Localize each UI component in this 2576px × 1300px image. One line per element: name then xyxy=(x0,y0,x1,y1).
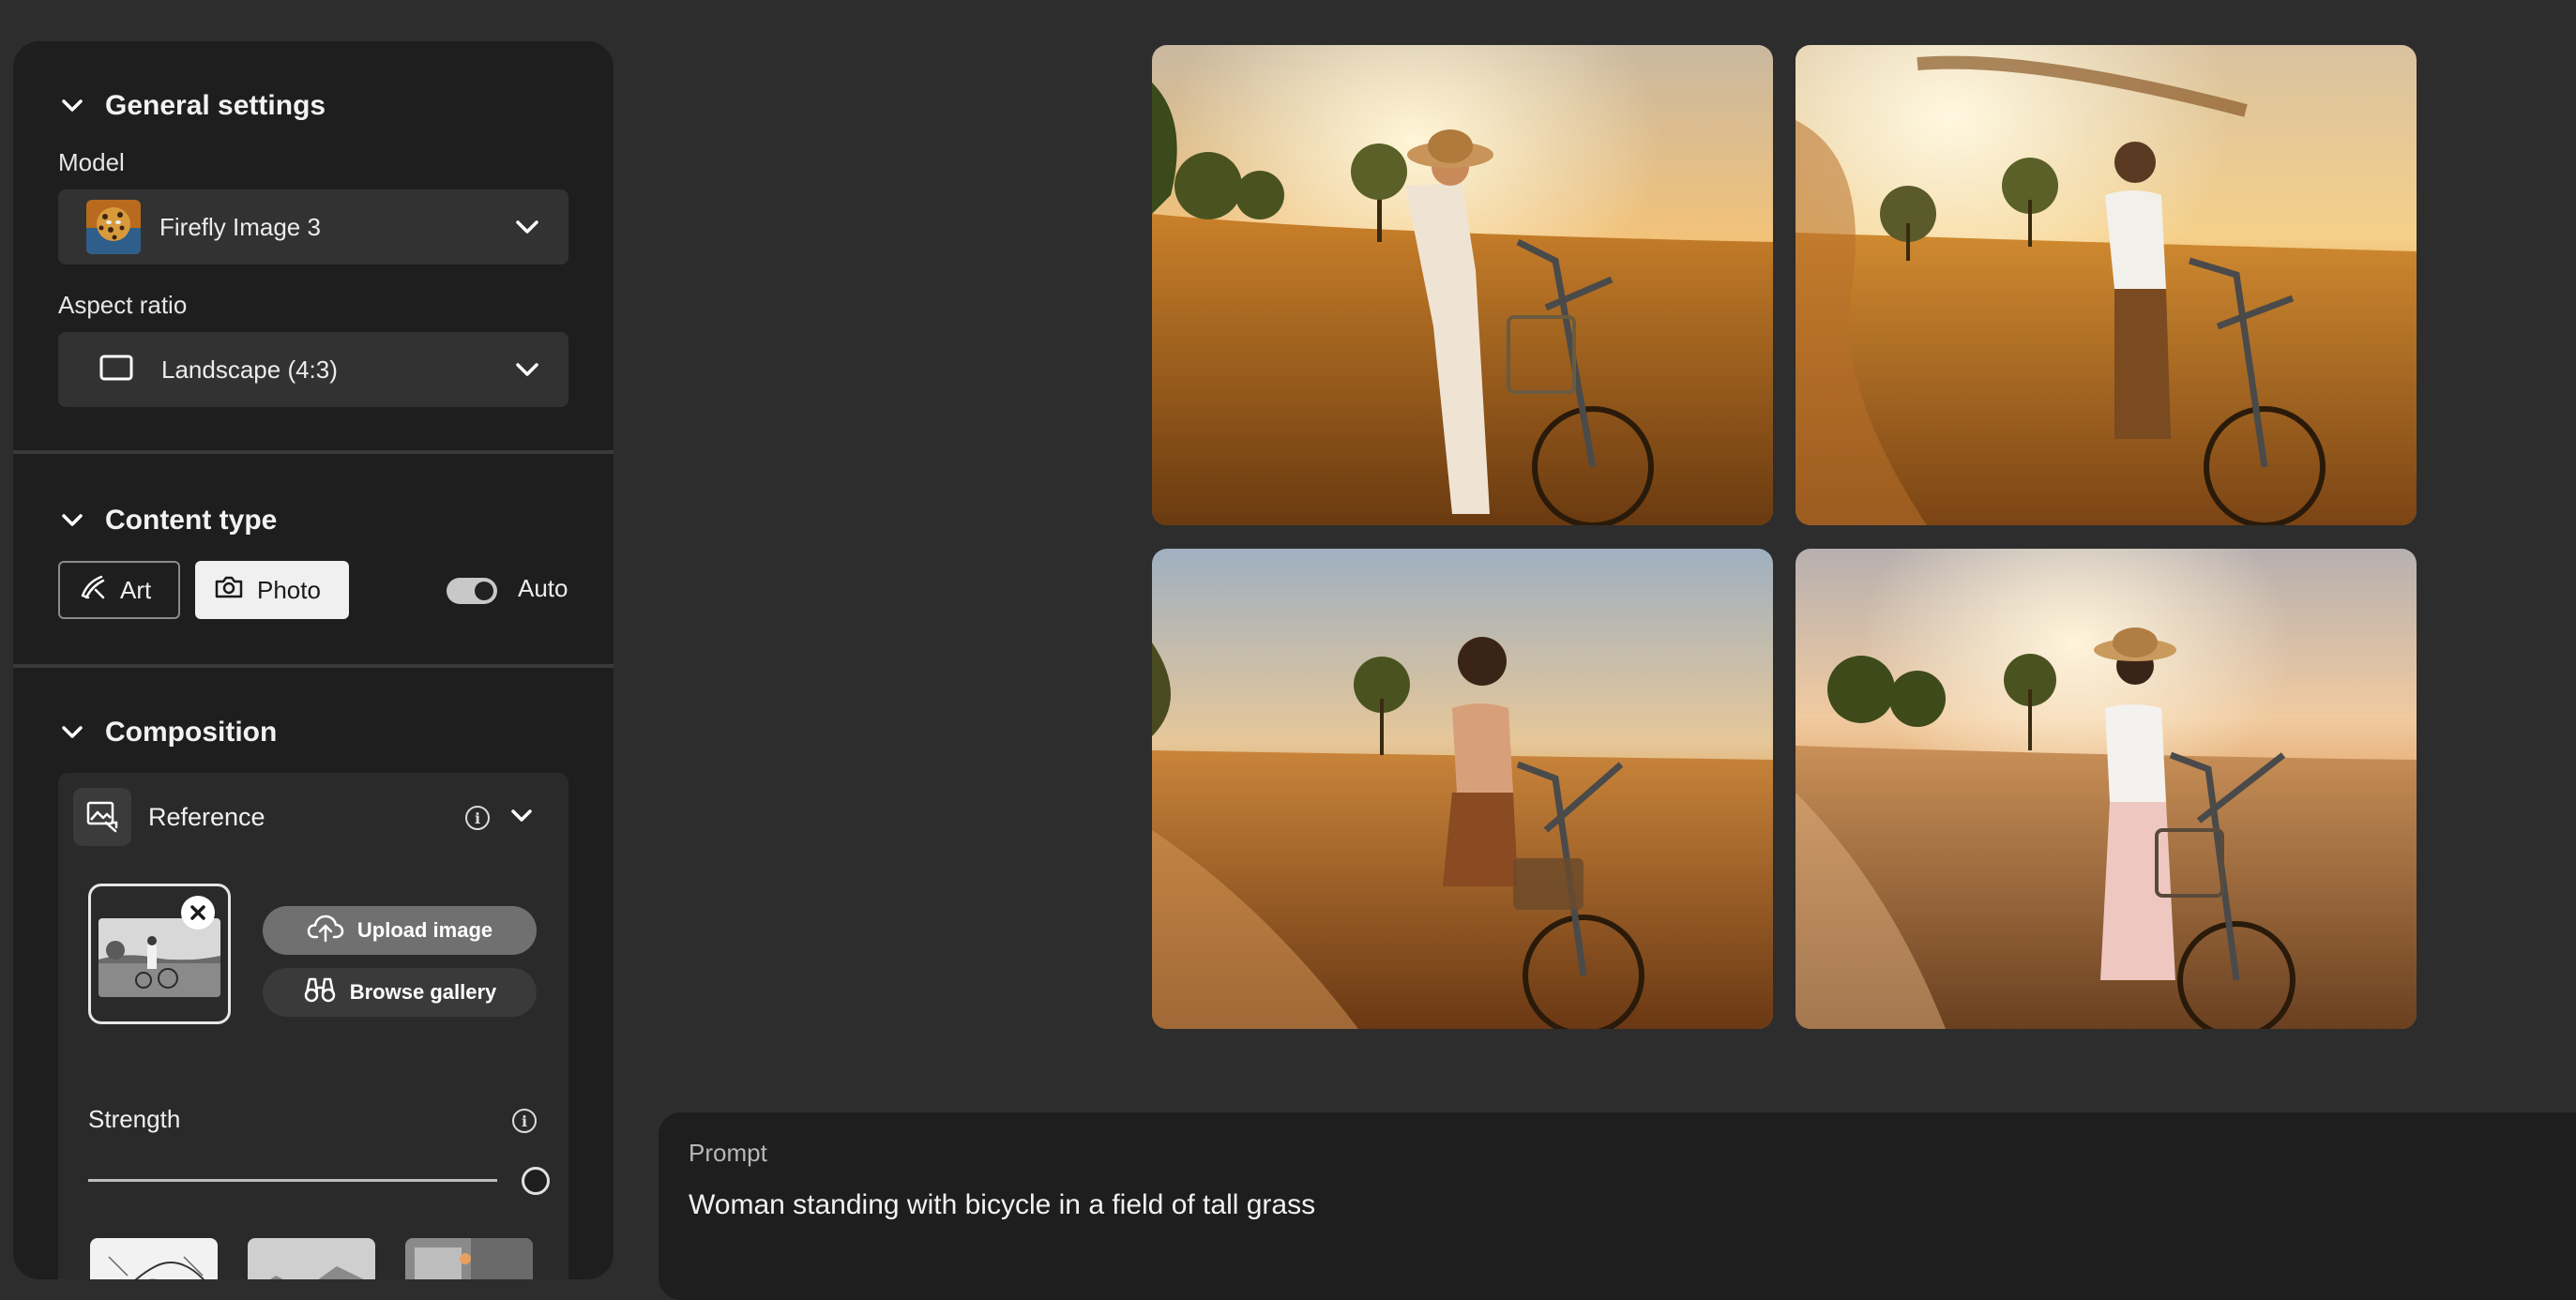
chevron-down-icon[interactable] xyxy=(60,94,84,118)
general-settings-header[interactable]: General settings xyxy=(60,90,326,122)
photo-label: Photo xyxy=(257,575,321,604)
section-divider xyxy=(13,450,614,454)
binoculars-icon xyxy=(303,975,337,1010)
strength-slider-track[interactable] xyxy=(88,1179,497,1182)
reference-card: Reference i Upload image Browse gallery … xyxy=(58,773,568,1279)
chevron-down-icon[interactable] xyxy=(510,809,533,828)
upload-image-button[interactable]: Upload image xyxy=(263,906,537,955)
auto-label: Auto xyxy=(518,574,568,602)
model-label: Model xyxy=(58,148,125,176)
auto-toggle[interactable] xyxy=(447,578,497,604)
leopard-model-thumbnail xyxy=(86,200,141,254)
composition-header[interactable]: Composition xyxy=(60,717,277,748)
chevron-down-icon[interactable] xyxy=(60,508,84,533)
aspect-ratio-value: Landscape (4:3) xyxy=(161,355,338,384)
general-settings-title: General settings xyxy=(105,90,326,121)
prompt-box[interactable]: Prompt Woman standing with bicycle in a … xyxy=(659,1112,2576,1300)
generated-image-1[interactable] xyxy=(1152,45,1773,525)
section-divider xyxy=(13,664,614,668)
photo-button[interactable]: Photo xyxy=(195,561,349,619)
landscape-ratio-icon xyxy=(99,355,133,385)
browse-gallery-button[interactable]: Browse gallery xyxy=(263,968,537,1017)
generated-image-2[interactable] xyxy=(1796,45,2417,525)
upload-cloud-icon xyxy=(307,913,344,948)
chevron-down-icon[interactable] xyxy=(60,720,84,745)
aspect-ratio-label: Aspect ratio xyxy=(58,291,188,319)
strength-slider-handle[interactable] xyxy=(522,1167,550,1195)
info-icon[interactable]: i xyxy=(512,1109,537,1133)
generated-image-4[interactable] xyxy=(1796,549,2417,1029)
info-icon[interactable]: i xyxy=(465,806,490,830)
composition-title: Composition xyxy=(105,717,278,748)
strength-label: Strength xyxy=(88,1105,181,1133)
model-value: Firefly Image 3 xyxy=(159,212,321,241)
aspect-ratio-select[interactable]: Landscape (4:3) xyxy=(58,332,568,407)
reference-image xyxy=(98,918,220,997)
generated-image-3[interactable] xyxy=(1152,549,1773,1029)
style-thumbnail[interactable] xyxy=(90,1238,218,1279)
upload-image-label: Upload image xyxy=(356,918,493,942)
prompt-label: Prompt xyxy=(689,1139,767,1167)
art-brush-icon xyxy=(79,573,107,608)
toggle-knob xyxy=(475,582,493,600)
camera-icon xyxy=(214,574,244,607)
reference-image-icon xyxy=(73,788,131,846)
browse-gallery-label: Browse gallery xyxy=(349,980,497,1004)
chevron-down-icon xyxy=(514,214,540,240)
settings-panel: General settings Model Firefly Image 3 A… xyxy=(13,41,614,1279)
style-thumbnail[interactable] xyxy=(248,1238,375,1279)
prompt-input[interactable]: Woman standing with bicycle in a field o… xyxy=(689,1189,1315,1221)
style-thumbnail[interactable] xyxy=(405,1238,533,1279)
content-type-header[interactable]: Content type xyxy=(60,505,277,537)
art-button[interactable]: Art xyxy=(58,561,180,619)
art-label: Art xyxy=(120,575,152,604)
chevron-down-icon xyxy=(514,356,540,383)
reference-thumbnail[interactable] xyxy=(88,884,231,1024)
reference-title: Reference xyxy=(148,803,265,831)
content-type-title: Content type xyxy=(105,505,278,536)
close-icon[interactable] xyxy=(181,896,215,930)
model-select[interactable]: Firefly Image 3 xyxy=(58,189,568,265)
